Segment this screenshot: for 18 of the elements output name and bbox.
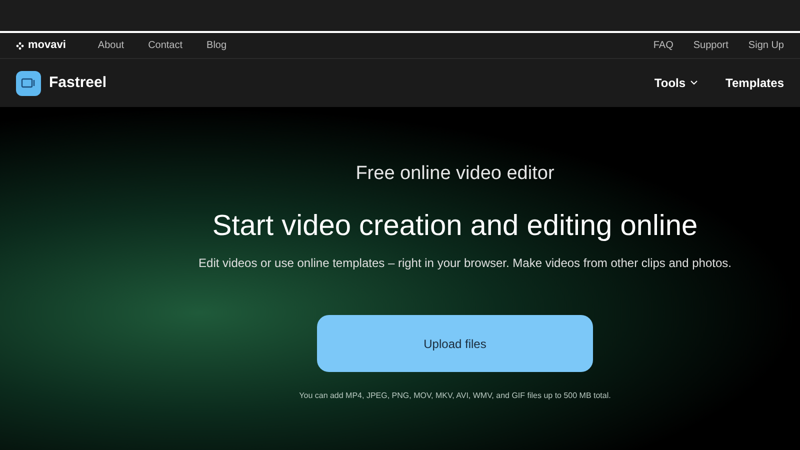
- top-nav-link[interactable]: About: [98, 38, 124, 53]
- top-nav-link[interactable]: Contact: [148, 38, 183, 53]
- top-nav-link[interactable]: Sign Up: [748, 38, 784, 53]
- upload-files-button[interactable]: Upload files: [317, 315, 593, 372]
- file-types-note: You can add MP4, JPEG, PNG, MOV, MKV, AVI, WMV, and GIF files up to 500 MB total.: [299, 390, 611, 402]
- movavi-logo[interactable]: movavi: [16, 37, 66, 54]
- top-nav-link[interactable]: Blog: [206, 38, 227, 53]
- dots-icon: [16, 42, 24, 50]
- hero-eyebrow: Free online video editor: [356, 162, 554, 186]
- tools-menu[interactable]: Tools: [654, 74, 698, 92]
- hero-title: Start video creation and editing online: [212, 208, 698, 244]
- fastreel-logo-icon: [16, 70, 41, 96]
- nav-link[interactable]: Templates: [726, 74, 784, 92]
- chevron-down-icon: [690, 80, 698, 86]
- top-nav-link[interactable]: FAQ: [653, 38, 674, 53]
- hero-subtitle: Edit videos or use online templates – right in your browser. Make videos from other clips and photos.: [198, 255, 732, 272]
- top-nav-link[interactable]: Support: [693, 38, 728, 53]
- fastreel-brand[interactable]: Fastreel: [49, 72, 107, 94]
